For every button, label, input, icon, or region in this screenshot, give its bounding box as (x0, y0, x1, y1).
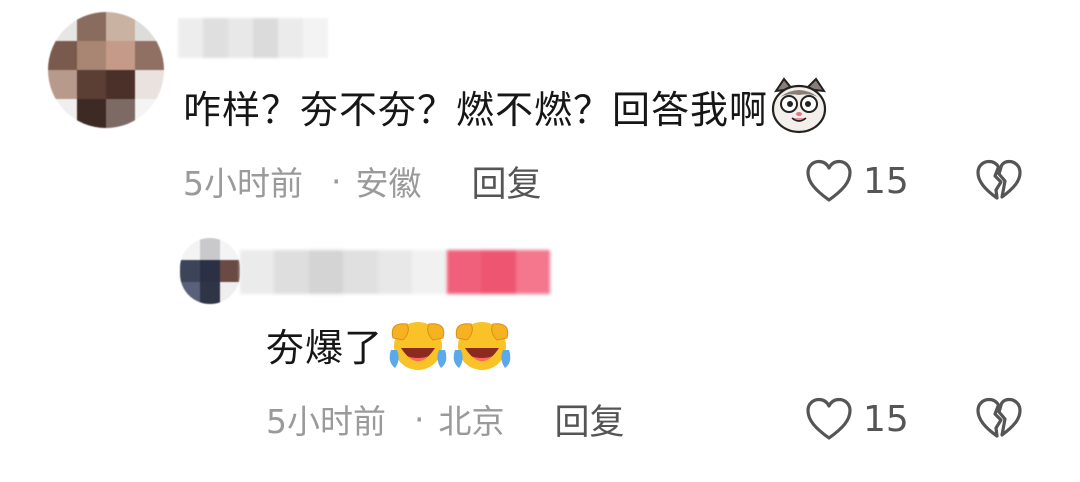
crying-laughing-face-icon (451, 316, 513, 372)
dislike-button[interactable] (975, 158, 1023, 204)
meta-separator: · (331, 161, 342, 201)
reply-body: 夯爆了 (266, 316, 513, 372)
comment-text: 咋样？夯不夯？燃不燃？回答我啊 (183, 87, 769, 132)
broken-heart-icon[interactable] (975, 396, 1023, 442)
broken-heart-icon[interactable] (975, 158, 1023, 204)
like-button[interactable]: 15 (805, 394, 909, 444)
comment-location: 安徽 (355, 164, 422, 203)
reply-time: 5小时前 (266, 402, 386, 441)
heart-outline-icon[interactable] (805, 396, 853, 442)
replier-name-redacted[interactable] (240, 250, 550, 294)
like-count: 15 (863, 398, 909, 440)
crying-laughing-face-icon (387, 316, 449, 372)
dislike-button[interactable] (975, 396, 1023, 442)
reply-button[interactable]: 回复 (472, 156, 542, 207)
commenter-avatar[interactable] (48, 12, 164, 128)
comment-meta: 5小时前 · 安徽 回复 (183, 156, 542, 207)
meta-separator: · (414, 399, 425, 439)
comment-time: 5小时前 (183, 164, 303, 203)
cat-face-sticker-icon (770, 77, 828, 135)
commenter-name-redacted[interactable] (178, 18, 328, 58)
like-count: 15 (863, 160, 909, 202)
reply-button[interactable]: 回复 (555, 394, 625, 445)
reply-location: 北京 (438, 402, 505, 441)
reply-meta: 5小时前 · 北京 回复 (266, 394, 625, 445)
comment-body: 咋样？夯不夯？燃不燃？回答我啊 (183, 77, 828, 135)
reply-text: 夯爆了 (266, 325, 384, 370)
heart-outline-icon[interactable] (805, 158, 853, 204)
replier-avatar[interactable] (180, 238, 240, 304)
like-button[interactable]: 15 (805, 156, 909, 206)
